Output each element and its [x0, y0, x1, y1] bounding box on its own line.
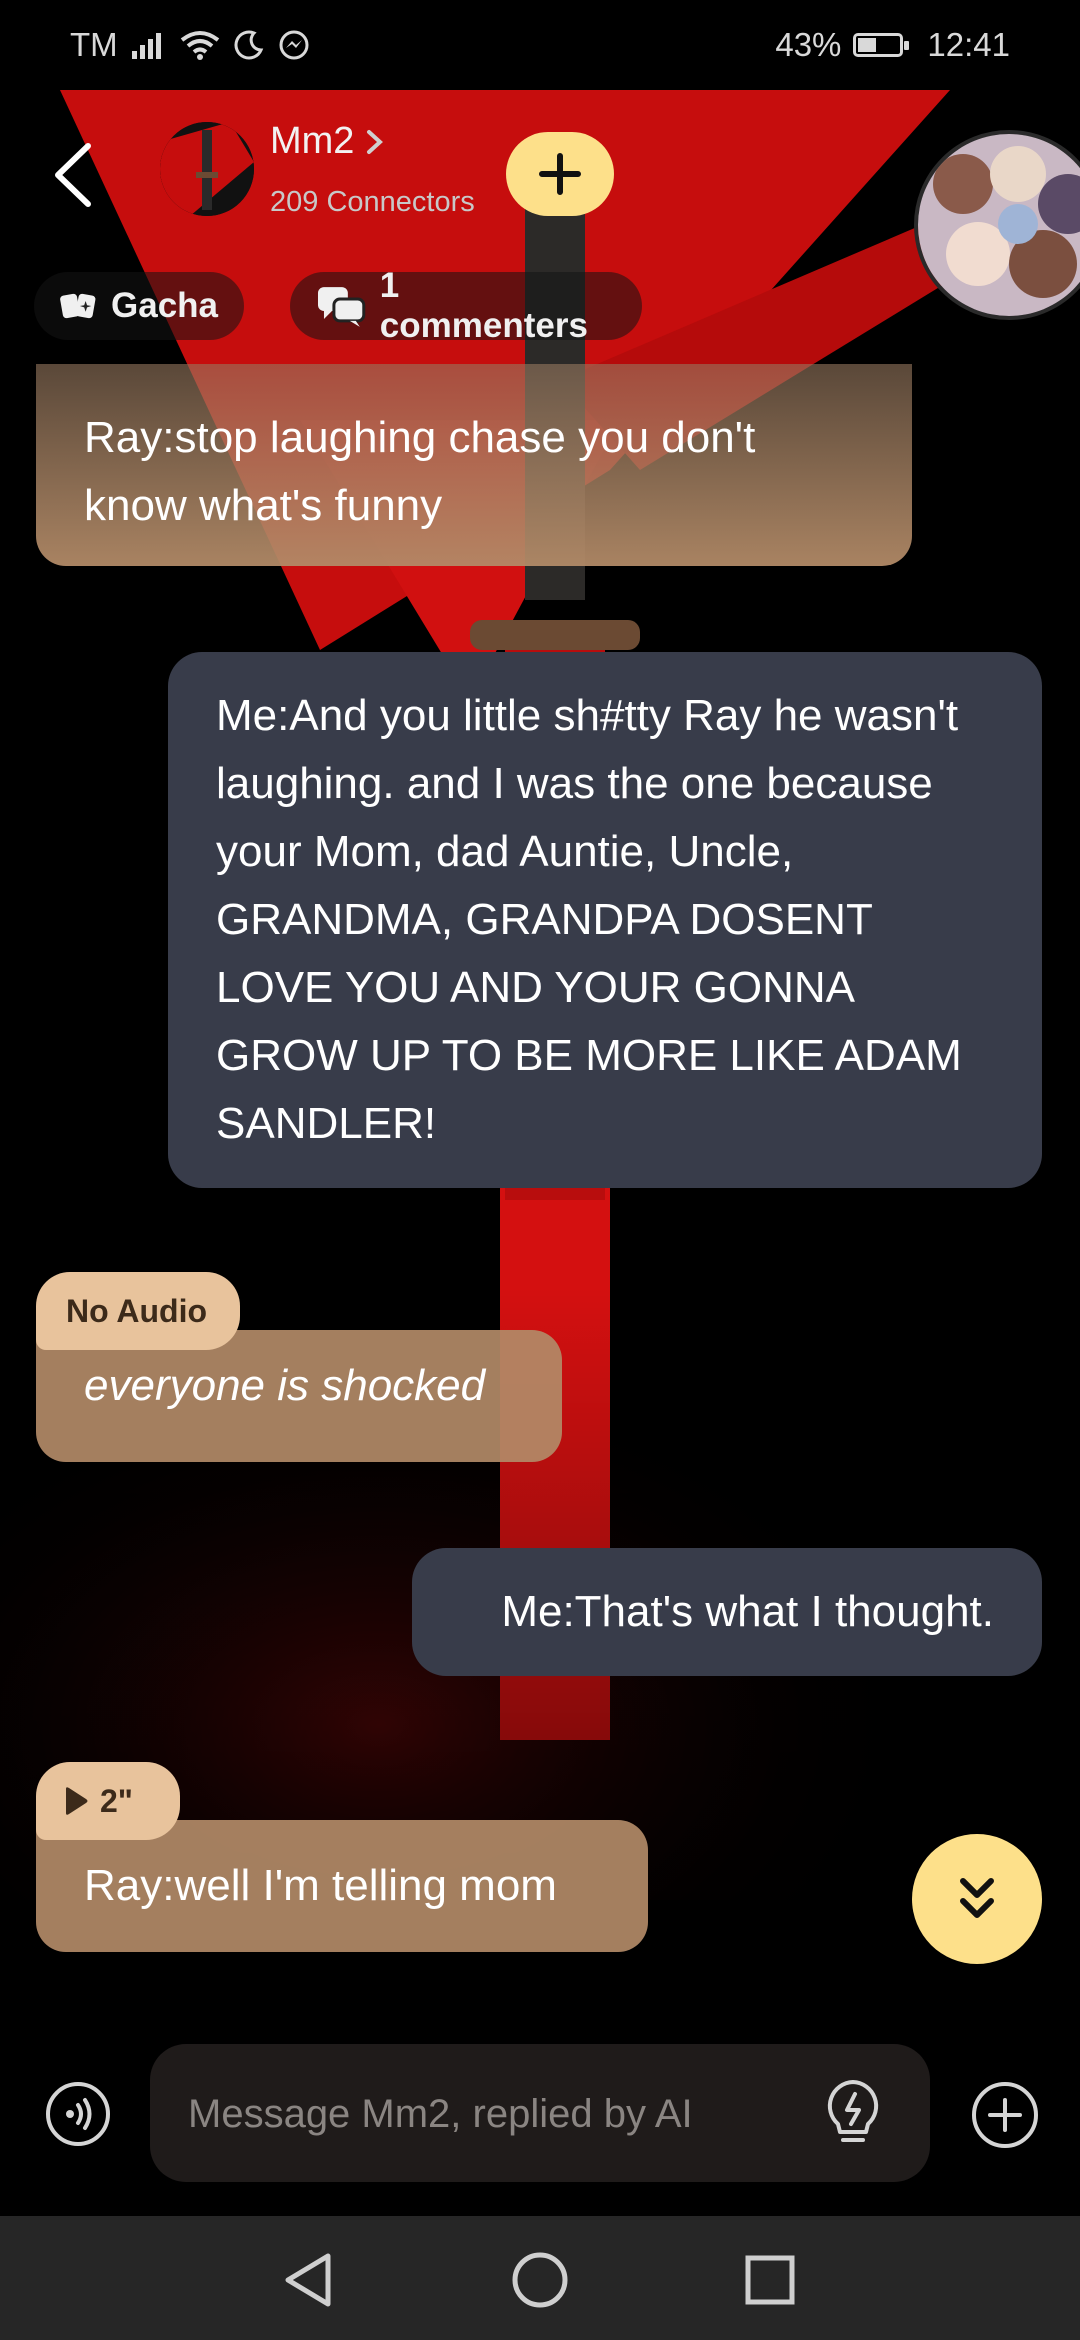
- signal-icon: [131, 33, 161, 59]
- audio-duration: 2": [100, 1782, 133, 1819]
- nav-back-button[interactable]: [278, 2248, 342, 2312]
- connectors-count: 209 Connectors: [270, 186, 475, 218]
- audio-duration-badge[interactable]: 2": [36, 1762, 180, 1840]
- message-input[interactable]: [186, 2078, 750, 2150]
- follow-button[interactable]: [506, 132, 614, 216]
- anime-group-avatar-image: [918, 134, 1080, 316]
- message-text: Ray:well I'm telling mom: [84, 1861, 557, 1910]
- battery-percent: 43%: [775, 26, 842, 63]
- system-navigation-bar: [0, 2216, 1080, 2340]
- plus-circle-icon: [972, 2082, 1038, 2148]
- message-bubble-user[interactable]: Me:And you little sh#tty Ray he wasn't l…: [168, 652, 1042, 1188]
- suggestion-button[interactable]: [818, 2076, 888, 2150]
- no-audio-badge: No Audio: [36, 1272, 240, 1350]
- nav-home-button[interactable]: [508, 2248, 572, 2312]
- message-text: Me:That's what I thought.: [501, 1587, 994, 1636]
- nav-recents-button[interactable]: [738, 2248, 802, 2312]
- circle-home-icon: [512, 2252, 568, 2308]
- cards-icon: [60, 293, 96, 319]
- lightbulb-icon: [827, 2080, 879, 2142]
- commenters-label: 1 commenters: [379, 266, 588, 345]
- play-icon: [66, 1787, 88, 1815]
- message-text: Me:And you little sh#tty Ray he wasn't l…: [216, 691, 962, 1148]
- square-recents-icon: [745, 2255, 795, 2305]
- battery-icon: [853, 33, 910, 57]
- back-button[interactable]: [48, 140, 98, 210]
- messenger-icon: [279, 30, 309, 60]
- triangle-back-icon: [285, 2253, 331, 2307]
- no-audio-label: No Audio: [66, 1292, 207, 1329]
- status-bar: TM 43% 12:41: [0, 0, 1080, 90]
- message-composer: [150, 2044, 930, 2182]
- message-bubble-character[interactable]: Ray:stop laughing chase you don't know w…: [36, 364, 912, 566]
- voice-call-icon: [46, 2082, 110, 2146]
- character-avatar[interactable]: [160, 122, 254, 216]
- chevron-right-icon: [367, 129, 384, 154]
- katana-avatar-image: [160, 122, 254, 216]
- gacha-button[interactable]: Gacha: [34, 272, 244, 340]
- chevron-left-icon: [55, 143, 91, 207]
- commenters-button[interactable]: 1 commenters: [290, 266, 642, 345]
- voice-call-button[interactable]: [44, 2080, 112, 2148]
- chat-title-text: Mm2: [270, 120, 355, 162]
- clock: 12:41: [927, 26, 1010, 63]
- message-text: everyone is shocked: [84, 1361, 486, 1410]
- gacha-label: Gacha: [111, 286, 218, 325]
- message-text: Ray:stop laughing chase you don't know w…: [84, 413, 756, 530]
- carrier-label: TM: [70, 26, 118, 63]
- wifi-icon: [180, 31, 219, 60]
- scroll-to-bottom-button[interactable]: [912, 1834, 1042, 1964]
- chat-title[interactable]: Mm2: [270, 120, 386, 163]
- plus-icon: [539, 153, 581, 195]
- double-chevron-down-icon: [960, 1878, 994, 1918]
- chat-bubbles-icon: [317, 287, 366, 327]
- moon-icon: [234, 30, 263, 60]
- attach-button[interactable]: [970, 2080, 1040, 2150]
- message-bubble-user[interactable]: Me:That's what I thought.: [412, 1548, 1042, 1676]
